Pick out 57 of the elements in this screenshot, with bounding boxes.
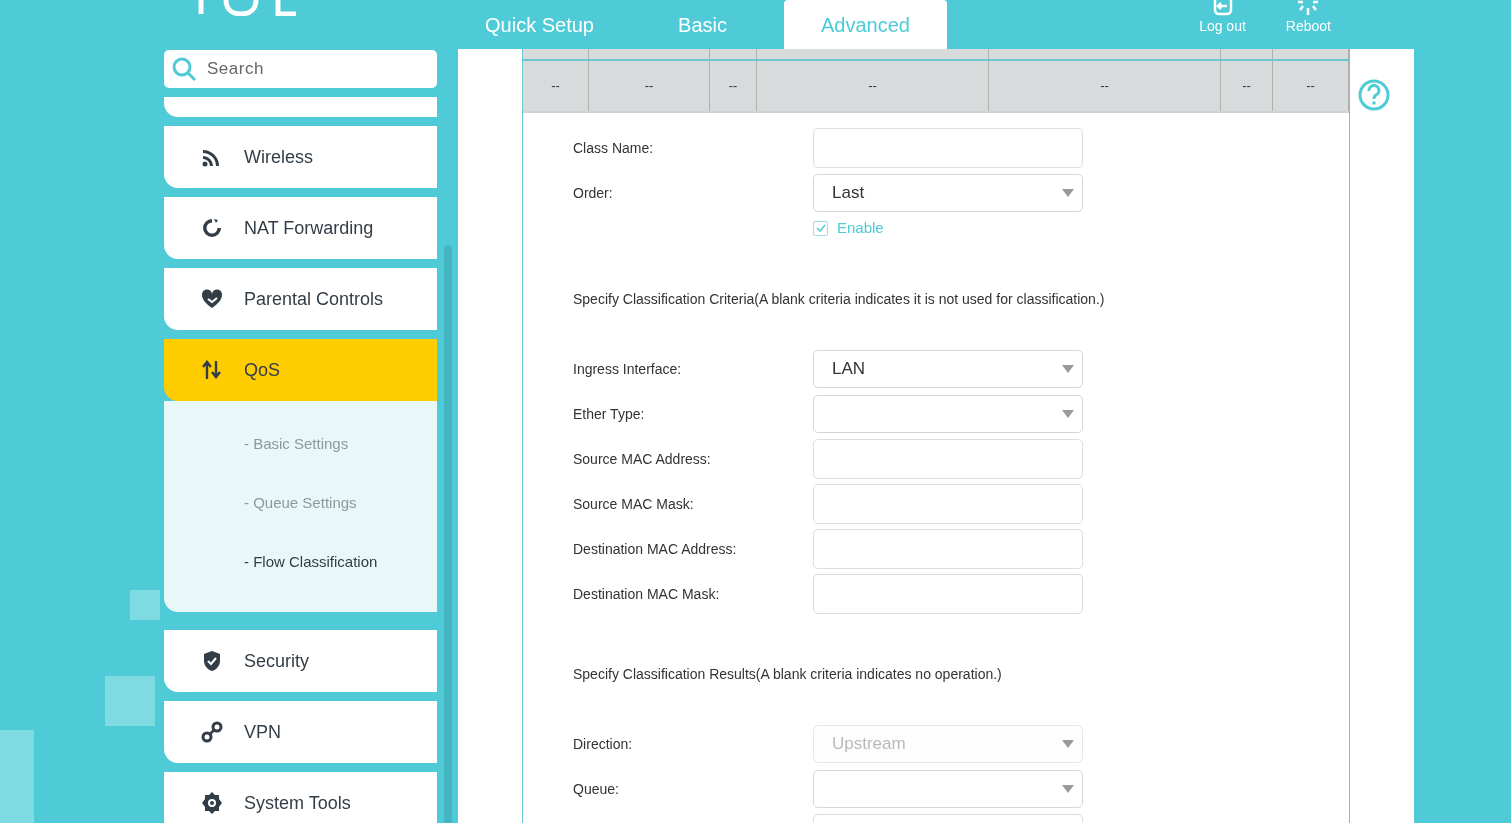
- field-label: Source MAC Mask:: [573, 495, 694, 512]
- section-note: Specify Classification Results(A blank criteria indicates no operation.): [573, 665, 1002, 684]
- background-tile: [105, 676, 155, 726]
- dropdown-field[interactable]: LAN: [813, 349, 1083, 388]
- field-label: Class Name:: [573, 139, 654, 156]
- dropdown-field[interactable]: [813, 394, 1083, 433]
- tools-icon: [200, 791, 224, 815]
- sidebar-item[interactable]: System Tools: [164, 772, 437, 823]
- dropdown-field[interactable]: Last: [813, 173, 1083, 212]
- field-label: Order:: [573, 184, 613, 201]
- field-label: Ether Type:: [573, 405, 645, 422]
- field-label: Destination MAC Address:: [573, 540, 737, 557]
- table-cell: --: [757, 61, 989, 111]
- search-icon: [171, 56, 197, 82]
- logo-icon: [198, 0, 298, 16]
- table-cell: --: [989, 61, 1221, 111]
- input-field[interactable]: [813, 127, 1083, 168]
- table-cell: --: [589, 61, 710, 111]
- dropdown-caret-icon: [1062, 188, 1074, 197]
- table-cell: --: [1273, 61, 1349, 111]
- parental-icon: [200, 287, 224, 311]
- background-tile: [130, 590, 160, 620]
- field-label: Destination MAC Mask:: [573, 585, 720, 602]
- submenu-item[interactable]: - Flow Classification: [164, 533, 378, 592]
- sidebar-item[interactable]: Security: [164, 630, 437, 692]
- sidebar-item[interactable]: QoS: [164, 339, 437, 401]
- nat-icon: [200, 216, 224, 240]
- field-label: Queue:: [573, 780, 619, 797]
- table-cell: --: [1221, 61, 1273, 111]
- sidebar-item[interactable]: Parental Controls: [164, 268, 437, 330]
- dropdown-caret-icon: [1062, 409, 1074, 418]
- table-cell: --: [523, 61, 589, 111]
- field-label: Direction:: [573, 735, 633, 752]
- dropdown-caret-icon: [1062, 364, 1074, 373]
- qos-icon: [200, 358, 224, 382]
- input-field[interactable]: [813, 528, 1083, 569]
- table-cell: --: [710, 61, 757, 111]
- dropdown-field[interactable]: [813, 769, 1083, 808]
- sidebar-item[interactable]: NAT Forwarding: [164, 197, 437, 259]
- input-field[interactable]: [813, 483, 1083, 524]
- dropdown-caret-icon: [1062, 739, 1074, 748]
- vpn-icon: [200, 720, 224, 744]
- enable-checkbox[interactable]: [813, 220, 828, 236]
- field-label: Ingress Interface:: [573, 360, 682, 377]
- sidebar-item[interactable]: VPN: [164, 701, 437, 763]
- logout-icon: [1211, 0, 1234, 16]
- input-field[interactable]: [813, 438, 1083, 479]
- dropdown-caret-icon: [1062, 784, 1074, 793]
- help-icon[interactable]: [1358, 79, 1390, 111]
- input-field[interactable]: [813, 573, 1083, 614]
- sidebar-item[interactable]: Wireless: [164, 126, 437, 188]
- checkmark-icon: [815, 224, 826, 232]
- section-note: Specify Classification Criteria(A blank criteria indicates it is not used for classification.): [573, 290, 1105, 309]
- reboot-icon: [1296, 0, 1321, 16]
- search-field[interactable]: Search: [164, 50, 437, 88]
- checkbox-label: Enable: [837, 217, 884, 238]
- field-label: Source MAC Address:: [573, 450, 711, 467]
